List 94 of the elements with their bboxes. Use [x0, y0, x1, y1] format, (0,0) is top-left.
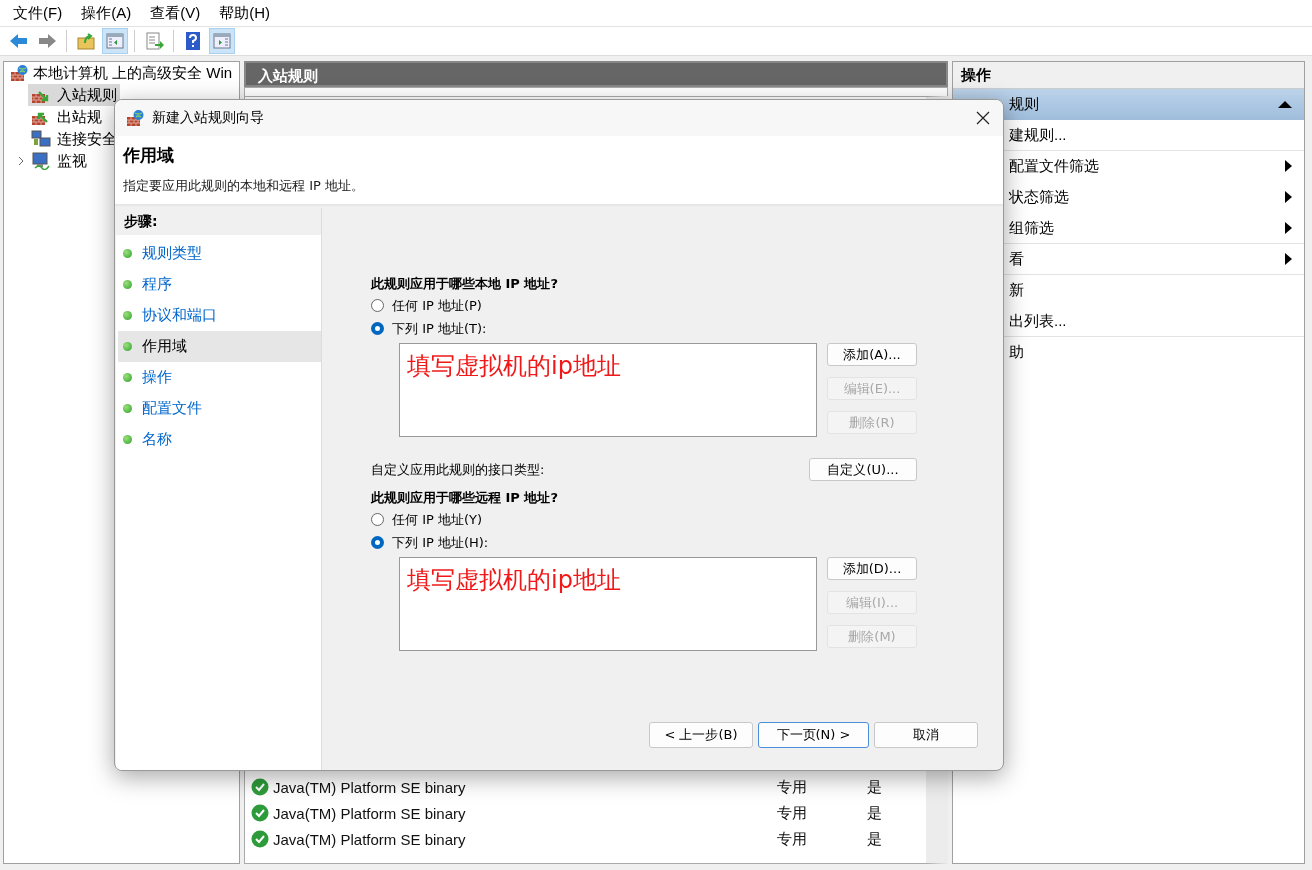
- close-icon[interactable]: [976, 111, 990, 125]
- steps-title: 步骤:: [116, 208, 321, 235]
- dialog-button[interactable]: 添加(D)...: [827, 557, 917, 580]
- tree-item[interactable]: 本地计算机 上的高级安全 Win: [4, 62, 239, 84]
- step-label: 规则类型: [142, 244, 202, 263]
- pane-title: 操作: [953, 62, 1304, 89]
- rule-name: Java(TM) Platform SE binary: [273, 804, 467, 822]
- pane-window-icon: [212, 31, 232, 51]
- annotation-text: 填写虚拟机的ip地址: [407, 352, 621, 380]
- section-question: 此规则应用于哪些远程 IP 地址?: [371, 489, 559, 507]
- dialog-button[interactable]: 添加(A)...: [827, 343, 917, 366]
- rule-enabled: 是: [867, 803, 883, 823]
- interface-label: 自定义应用此规则的接口类型:: [371, 460, 545, 479]
- check-circle-icon: [251, 830, 269, 848]
- step-item[interactable]: 作用域: [118, 331, 321, 362]
- menu-item[interactable]: 操作(A): [74, 1, 139, 25]
- step-dot-icon: [123, 249, 132, 258]
- step-dot-icon: [123, 373, 132, 382]
- check-circle-icon: [251, 778, 269, 796]
- rule-name: Java(TM) Platform SE binary: [273, 778, 467, 796]
- back-arrow-icon: [8, 31, 28, 51]
- radio-button[interactable]: [371, 322, 384, 335]
- dialog-button[interactable]: < 上一步(B): [649, 722, 753, 748]
- collapse-icon[interactable]: [1278, 101, 1292, 108]
- ip-address-list[interactable]: 填写虚拟机的ip地址: [399, 343, 817, 437]
- ip-address-list[interactable]: 填写虚拟机的ip地址: [399, 557, 817, 651]
- radio-label: 下列 IP 地址(T):: [392, 319, 487, 338]
- rule-profile: 专用: [777, 777, 808, 797]
- step-label: 作用域: [142, 337, 187, 356]
- pane-window-icon: [105, 31, 125, 51]
- annotation-text: 填写虚拟机的ip地址: [407, 566, 621, 594]
- rule-row[interactable]: Java(TM) Platform SE binary 专用 是: [245, 826, 926, 852]
- step-label: 操作: [142, 368, 172, 387]
- submenu-arrow-icon: [1285, 222, 1292, 234]
- step-item[interactable]: 名称: [118, 424, 321, 455]
- dialog-button[interactable]: 取消: [874, 722, 978, 748]
- dialog-title: 新建入站规则向导: [152, 109, 264, 127]
- submenu-arrow-icon: [1285, 253, 1292, 265]
- action-item[interactable]: 配置文件筛选: [953, 151, 1304, 182]
- menu-item[interactable]: 文件(F): [6, 1, 70, 25]
- firewall-globe-icon: [10, 64, 28, 82]
- step-item[interactable]: 规则类型: [118, 238, 321, 269]
- rule-row[interactable]: Java(TM) Platform SE binary 专用 是: [245, 774, 926, 800]
- step-dot-icon: [123, 342, 132, 351]
- rule-enabled: 是: [867, 777, 883, 797]
- rule-profile: 专用: [777, 829, 808, 849]
- forward-arrow-icon: [37, 31, 57, 51]
- step-label: 协议和端口: [142, 306, 217, 325]
- step-dot-icon: [123, 435, 132, 444]
- submenu-arrow-icon: [1285, 160, 1292, 172]
- rule-name: Java(TM) Platform SE binary: [273, 830, 467, 848]
- help-icon: [183, 31, 203, 51]
- tree-item[interactable]: 出站规: [28, 106, 105, 128]
- tree-item[interactable]: 监视: [28, 150, 90, 172]
- radio-label: 任何 IP 地址(Y): [392, 510, 483, 529]
- action-item[interactable]: 状态筛选: [953, 182, 1304, 213]
- section-question: 此规则应用于哪些本地 IP 地址?: [371, 275, 559, 293]
- tree-label: 本地计算机 上的高级安全 Win: [33, 63, 233, 83]
- radio-button[interactable]: [371, 299, 384, 312]
- submenu-arrow-icon: [1285, 191, 1292, 203]
- radio-label: 下列 IP 地址(H):: [392, 533, 489, 552]
- rule-enabled: 是: [867, 829, 883, 849]
- section-label: 规则: [1009, 95, 1039, 114]
- step-dot-icon: [123, 280, 132, 289]
- chevron-right-icon[interactable]: [17, 156, 25, 166]
- list-export-icon: [144, 31, 164, 51]
- step-dot-icon: [123, 404, 132, 413]
- radio-label: 任何 IP 地址(P): [392, 296, 482, 315]
- customize-button[interactable]: 自定义(U)...: [809, 458, 917, 481]
- section-header[interactable]: 规则: [953, 89, 1304, 120]
- dialog-button[interactable]: 下一页(N) >: [758, 722, 869, 748]
- rule-row[interactable]: Java(TM) Platform SE binary 专用 是: [245, 800, 926, 826]
- step-item[interactable]: 协议和端口: [118, 300, 321, 331]
- computers-icon: [31, 130, 51, 148]
- check-circle-icon: [251, 804, 269, 822]
- step-item[interactable]: 程序: [118, 269, 321, 300]
- monitor-icon: [31, 152, 51, 170]
- tree-item[interactable]: 入站规则: [28, 84, 120, 106]
- step-dot-icon: [123, 311, 132, 320]
- step-item[interactable]: 操作: [118, 362, 321, 393]
- page-heading: 作用域: [123, 144, 175, 167]
- folder-up-icon: [76, 31, 96, 51]
- step-item[interactable]: 配置文件: [118, 393, 321, 424]
- radio-button[interactable]: [371, 513, 384, 526]
- step-label: 配置文件: [142, 399, 202, 418]
- radio-button[interactable]: [371, 536, 384, 549]
- page-description: 指定要应用此规则的本地和远程 IP 地址。: [123, 177, 365, 195]
- step-label: 程序: [142, 275, 172, 294]
- menu-item[interactable]: 帮助(H): [212, 1, 277, 25]
- step-label: 名称: [142, 430, 172, 449]
- firewall-globe-icon: [126, 109, 144, 127]
- menu-item[interactable]: 查看(V): [143, 1, 208, 25]
- pane-title: 入站规则: [244, 61, 948, 87]
- rule-profile: 专用: [777, 803, 808, 823]
